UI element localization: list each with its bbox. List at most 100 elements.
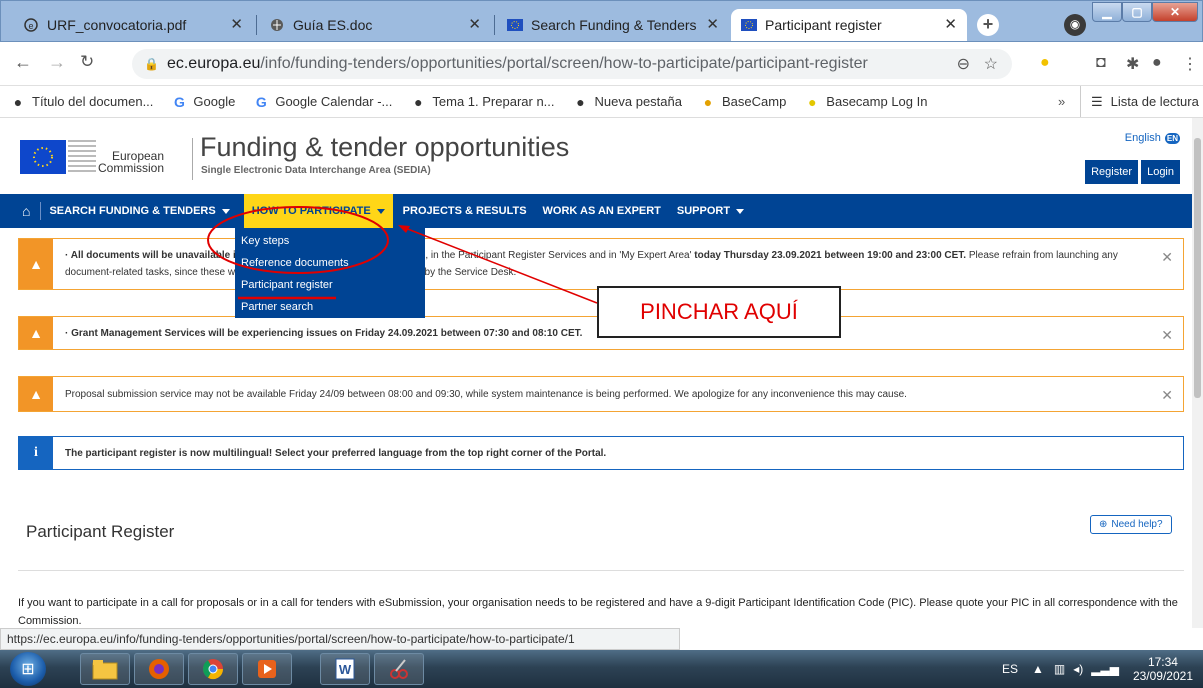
chrome-icon[interactable] [188,653,238,685]
close-icon[interactable]: ✕ [944,15,957,33]
bookmark-google-calendar[interactable]: G Google Calendar -... [253,94,393,110]
forward-arrow-icon[interactable]: → [48,52,66,73]
puzzle-icon[interactable]: ✱ [1126,54,1139,74]
menu-item-participant-register[interactable]: Participant register [235,274,425,296]
tab-title: Guía ES.doc [293,17,373,33]
minimize-button[interactable]: ▁ [1092,2,1122,22]
lifebuoy-icon: ⊕ [1099,519,1108,530]
language-selector[interactable]: English EN [1125,132,1180,144]
nav-how-to-participate[interactable]: HOW TO PARTICIPATE [243,194,393,228]
chevron-down-icon [376,208,385,214]
start-button[interactable]: ⊞ [10,652,46,686]
close-icon[interactable]: ✕ [706,15,719,33]
alert-multilingual: i The participant register is now multil… [18,436,1184,470]
tab-guia-es[interactable]: Guía ES.doc ✕ [259,9,491,41]
nav-label: HOW TO PARTICIPATE [251,205,371,217]
annotation-label: PINCHAR AQUÍ [597,286,841,338]
eu-flag-icon [741,17,757,33]
camera-icon[interactable]: ◘ [1096,54,1106,72]
language-code-badge: EN [1164,133,1180,144]
auth-buttons: Register Login [1082,160,1180,184]
nav-search-funding[interactable]: SEARCH FUNDING & TENDERS [41,194,237,228]
login-button[interactable]: Login [1141,160,1180,184]
tray-arrow-icon[interactable]: ▲ [1032,662,1044,676]
firefox-icon[interactable] [134,653,184,685]
tab-participant-register[interactable]: Participant register ✕ [731,9,967,41]
menu-item-partner-search[interactable]: Partner search [235,296,425,318]
nav-label: PROJECTS & RESULTS [402,205,527,217]
media-player-icon[interactable] [242,653,292,685]
close-window-button[interactable]: ✕ [1152,2,1198,22]
reload-icon[interactable]: ↻ [80,52,94,72]
close-icon[interactable]: ✕ [1161,327,1173,344]
reading-list-button[interactable]: ☰ Lista de lectura [1080,86,1199,117]
back-arrow-icon[interactable]: ← [14,52,32,73]
profile-icon[interactable]: ◉ [1064,14,1086,36]
bookmark-basecamp[interactable]: ● BaseCamp [700,93,787,110]
nav-work-as-expert[interactable]: WORK AS AN EXPERT [535,194,669,228]
warning-icon: ▲ [19,239,53,289]
signal-icon[interactable]: ▂▃▅ [1091,662,1119,676]
maximize-button[interactable]: ▢ [1122,2,1152,22]
menu-item-key-steps[interactable]: Key steps [235,230,425,252]
reading-list-label: Lista de lectura [1110,94,1199,109]
alert-text: The participant register is now multilin… [65,447,607,459]
page-title: Funding & tender opportunities [200,132,570,162]
bookmark-tema1[interactable]: ● Tema 1. Preparar n... [410,94,554,110]
word-icon[interactable]: W [320,653,370,685]
eu-flag-icon [20,140,66,174]
account-icon[interactable]: ● [1152,54,1162,72]
bookmarks-more-button[interactable]: » [1058,94,1065,109]
google-icon: G [173,93,185,110]
clock[interactable]: 17:34 23/09/2021 [1133,655,1193,683]
need-help-button[interactable]: ⊕ Need help? [1090,515,1172,534]
extension-chick-icon[interactable]: ● [1040,54,1050,72]
file-explorer-icon[interactable] [80,653,130,685]
home-icon[interactable]: ⌂ [12,194,40,228]
star-icon[interactable]: ☆ [984,54,998,74]
page-scrollbar[interactable] [1192,118,1203,628]
info-icon: i [19,437,53,469]
url-domain: ec.europa.eu [166,55,261,72]
url-input[interactable]: 🔒 ec.europa.eu/info/funding-tenders/oppo… [132,49,1012,79]
nav-support[interactable]: SUPPORT [669,194,752,228]
menu-dots-icon[interactable]: ⋮ [1182,54,1198,74]
globe-icon: ● [576,93,585,110]
close-icon[interactable]: ✕ [1161,249,1173,266]
ec-logo[interactable]: European Commission [20,136,188,180]
lock-icon: 🔒 [144,57,159,71]
bookmark-titulo[interactable]: ● Título del documen... [10,94,154,110]
menu-item-reference-documents[interactable]: Reference documents [235,252,425,274]
bookmark-label: Basecamp Log In [826,94,928,109]
nav-projects-results[interactable]: PROJECTS & RESULTS [395,194,535,228]
bookmark-label: BaseCamp [721,94,787,109]
alert-text: Proposal submission service may not be a… [65,388,907,400]
logo-line2: Commission [98,161,165,175]
close-icon[interactable]: ✕ [230,15,243,33]
bookmark-google[interactable]: G Google [171,94,235,110]
chevron-down-icon [736,208,745,214]
basecamp-icon: ● [703,93,713,110]
new-tab-button[interactable]: + [977,14,999,36]
register-button[interactable]: Register [1085,160,1139,184]
alert-line2a: document-related tasks, since these w [65,267,236,278]
bookmark-basecamp-login[interactable]: ● Basecamp Log In [804,94,927,110]
status-bar-url: https://ec.europa.eu/info/funding-tender… [0,628,680,650]
zoom-icon[interactable]: ⊖ [957,54,970,74]
scrollbar-thumb[interactable] [1194,138,1201,398]
close-icon[interactable]: ✕ [1161,387,1173,404]
tab-urf-convocatoria[interactable]: e URF_convocatoria.pdf ✕ [13,9,253,41]
section-heading: Participant Register [26,522,175,541]
tab-search-funding[interactable]: Search Funding & Tenders ✕ [497,9,729,41]
windows-taskbar: ⊞ W ES ▲ ▥ ◂) ▂▃▅ 17:34 23/09/2021 [0,650,1203,688]
language-indicator[interactable]: ES [1002,662,1018,676]
snipping-tool-icon[interactable] [374,653,424,685]
alert-bold: · All documents will be unavailable i [65,250,236,261]
volume-icon[interactable]: ◂) [1073,662,1083,676]
network-icon[interactable]: ▥ [1054,662,1065,676]
bookmark-nueva-pestana[interactable]: ● Nueva pestaña [573,94,682,110]
globe-icon: ● [414,93,423,110]
main-nav: ⌂ SEARCH FUNDING & TENDERS HOW TO PARTIC… [0,194,1192,228]
eu-flag-icon [507,17,523,33]
close-icon[interactable]: ✕ [468,15,481,33]
